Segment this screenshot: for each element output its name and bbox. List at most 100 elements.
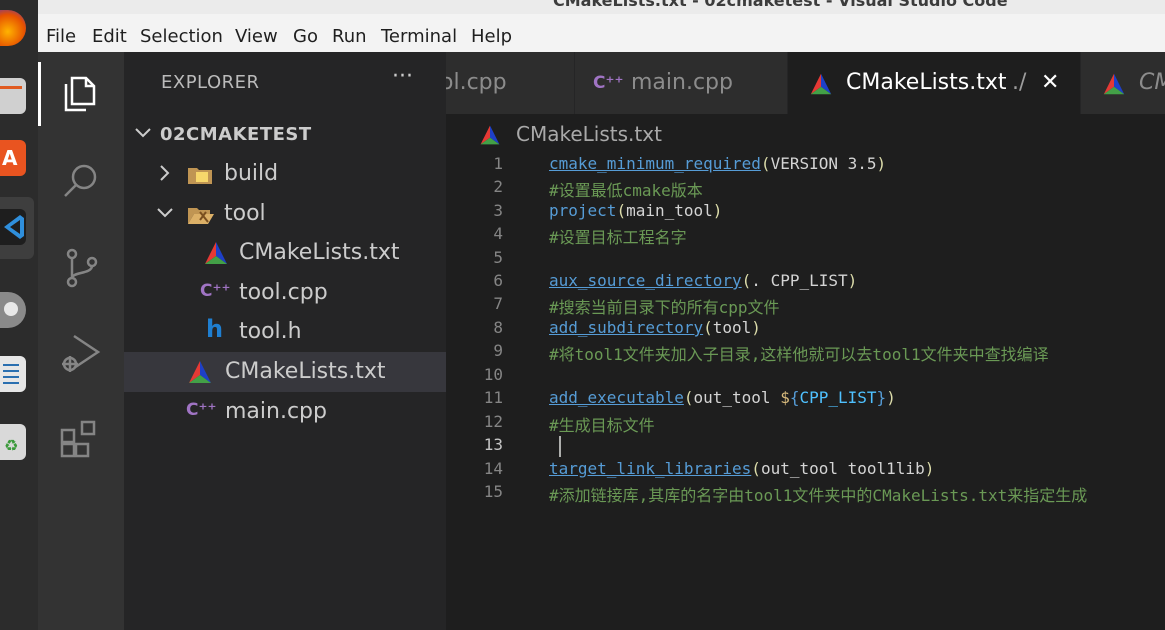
menu-help[interactable]: Help	[471, 26, 512, 47]
menu-selection[interactable]: Selection	[140, 26, 223, 47]
active-view-indicator	[38, 62, 41, 126]
tree-item-main-cpp[interactable]: C⁺⁺ main.cpp	[124, 392, 446, 432]
code-line: 5	[446, 248, 1165, 271]
folder-icon	[188, 168, 212, 184]
files-icon[interactable]	[0, 78, 26, 114]
tree-item-tool-cmakelists[interactable]: CMakeLists.txt	[124, 233, 446, 273]
code-variable: CPP_LIST	[799, 388, 877, 407]
code-comment: #添加链接库,其库的名字由tool1文件夹中的CMakeLists.txt来指定…	[549, 486, 1088, 505]
code-editor[interactable]: 1 cmake_minimum_required(VERSION 3.5) 2 …	[446, 154, 1165, 630]
code-paren: )	[924, 459, 935, 478]
code-comment: #搜索当前目录下的所有cpp文件	[549, 298, 780, 317]
code-function: target_link_libraries	[549, 459, 752, 478]
code-paren: (	[760, 154, 771, 173]
breadcrumb-file[interactable]: CMakeLists.txt	[516, 122, 662, 146]
breadcrumb: CMakeLists.txt	[446, 114, 1165, 154]
menu-run[interactable]: Run	[332, 26, 367, 47]
activity-bar	[38, 52, 124, 630]
line-number: 7	[493, 294, 503, 313]
cmake-icon	[1103, 73, 1125, 95]
code-args: out_tool	[693, 388, 781, 407]
cmake-icon	[480, 125, 500, 145]
code-line: 14 target_link_libraries(out_tool tool1l…	[446, 459, 1165, 482]
search-icon[interactable]	[58, 158, 104, 204]
tab-cmakelists-2[interactable]: CM	[1081, 52, 1165, 114]
tree-item-label: tool.cpp	[239, 280, 328, 305]
editor-tab-bar: ol.cpp C⁺⁺ main.cpp CMakeLists.txt ./ ✕ …	[446, 52, 1165, 114]
tree-item-build[interactable]: build	[124, 154, 446, 194]
line-number: 3	[493, 201, 503, 220]
extensions-icon[interactable]	[58, 416, 104, 462]
code-comment: #设置目标工程名字	[549, 228, 687, 247]
settings-icon[interactable]	[0, 292, 26, 328]
menu-go[interactable]: Go	[293, 26, 318, 47]
menu-edit[interactable]: Edit	[92, 26, 127, 47]
cmake-icon	[205, 242, 227, 264]
line-number: 11	[483, 388, 503, 407]
software-center-icon[interactable]: A	[0, 140, 26, 176]
cpp-file-icon: C⁺⁺	[186, 400, 217, 420]
vscode-icon[interactable]	[0, 209, 26, 245]
chevron-right-icon	[160, 165, 170, 181]
line-number: 12	[483, 412, 503, 431]
tab-cmakelists[interactable]: CMakeLists.txt ./ ✕	[788, 52, 1080, 114]
code-paren: (	[751, 459, 761, 478]
cmake-icon	[810, 73, 832, 95]
tree-item-tool-cpp[interactable]: C⁺⁺ tool.cpp	[124, 273, 446, 313]
menu-terminal[interactable]: Terminal	[381, 26, 457, 47]
text-editor-icon[interactable]	[0, 356, 26, 392]
code-function: cmake_minimum_required	[549, 154, 761, 173]
tab-label: CMakeLists.txt	[846, 70, 1007, 95]
code-function: project	[549, 201, 617, 220]
close-icon[interactable]: ✕	[1041, 70, 1059, 95]
code-line: 1 cmake_minimum_required(VERSION 3.5)	[446, 154, 1165, 177]
menu-file[interactable]: File	[46, 26, 76, 47]
firefox-icon[interactable]	[0, 10, 26, 46]
code-line: 7 #搜索当前目录下的所有cpp文件	[446, 294, 1165, 317]
explorer-more-button[interactable]: ···	[392, 64, 413, 89]
line-number: 1	[493, 154, 503, 173]
code-line: 10	[446, 365, 1165, 388]
code-paren: (	[741, 271, 752, 290]
tree-item-root-cmakelists[interactable]: CMakeLists.txt	[124, 352, 446, 392]
tree-item-tool-h[interactable]: h tool.h	[124, 312, 446, 352]
chevron-down-icon	[135, 128, 151, 138]
line-number: 2	[493, 177, 503, 196]
trash-icon[interactable]: ♻	[0, 424, 26, 460]
code-paren: )	[751, 318, 761, 337]
code-args: main_tool	[626, 201, 713, 220]
line-number: 8	[493, 318, 503, 337]
cpp-file-icon: C⁺⁺	[200, 281, 231, 301]
line-number: 10	[483, 365, 503, 384]
code-paren: )	[847, 271, 858, 290]
explorer-icon[interactable]	[58, 70, 104, 116]
chevron-down-icon	[157, 208, 173, 218]
source-control-icon[interactable]	[58, 244, 104, 290]
tab-label: main.cpp	[631, 70, 733, 95]
code-line: 11 add_executable(out_tool ${CPP_LIST})	[446, 388, 1165, 411]
code-function: aux_source_directory	[549, 271, 742, 290]
explorer-title: EXPLORER	[161, 72, 260, 93]
code-comment: #设置最低cmake版本	[549, 181, 703, 200]
tab-main-cpp[interactable]: C⁺⁺ main.cpp	[575, 52, 787, 114]
tree-item-label: build	[224, 161, 279, 186]
run-debug-icon[interactable]	[58, 330, 104, 376]
tab-tool-cpp[interactable]: ol.cpp	[446, 52, 574, 114]
folder-open-icon	[188, 208, 214, 224]
code-args: VERSION 3.5	[770, 154, 877, 173]
menu-view[interactable]: View	[235, 26, 278, 47]
cmake-icon	[189, 361, 211, 383]
code-args: out_tool tool1lib	[760, 459, 925, 478]
tree-item-tool[interactable]: tool	[124, 194, 446, 234]
line-number: 14	[483, 459, 503, 478]
code-line: 2 #设置最低cmake版本	[446, 177, 1165, 200]
code-args: tool	[712, 318, 752, 337]
code-dollar: $	[780, 388, 790, 407]
code-line: 4 #设置目标工程名字	[446, 224, 1165, 247]
code-line: 9 #将tool1文件夹加入子目录,这样他就可以去tool1文件夹中查找编译	[446, 341, 1165, 364]
code-paren: )	[712, 201, 723, 220]
tree-item-label: tool	[224, 201, 266, 226]
code-function: add_executable	[549, 388, 684, 407]
line-number: 4	[493, 224, 503, 243]
code-paren: )	[886, 388, 896, 407]
